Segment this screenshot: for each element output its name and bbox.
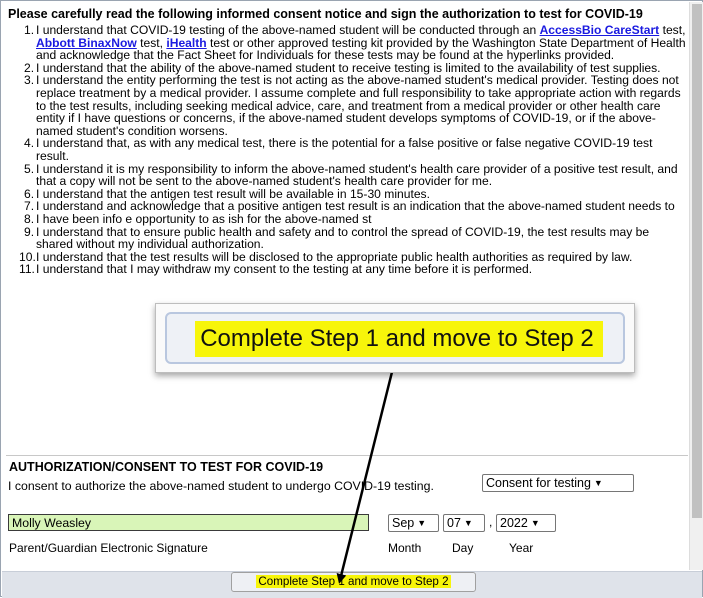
callout-label: Complete Step 1 and move to Step 2 (200, 325, 594, 352)
zoomed-button: Complete Step 1 and move to Step 2 (165, 312, 625, 364)
annotation-arrow (336, 371, 394, 584)
zoomed-callout: Complete Step 1 and move to Step 2 (155, 303, 635, 373)
